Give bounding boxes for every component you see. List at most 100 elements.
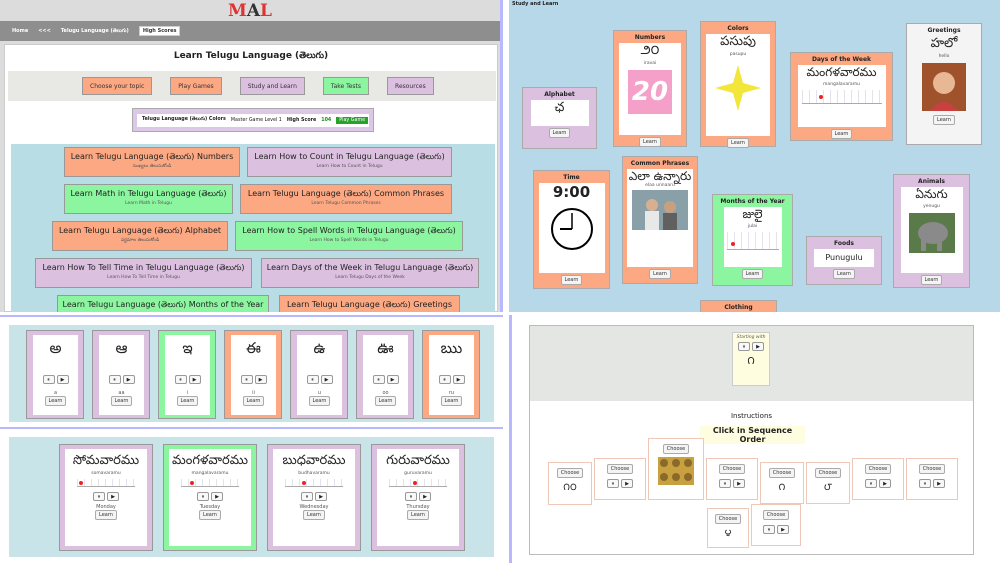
choose-button[interactable]: Choose xyxy=(714,514,742,524)
choice-card[interactable]: Choose ౪ xyxy=(707,508,749,548)
pause-icon[interactable]: ⏸ xyxy=(865,479,877,488)
learn-letter-button[interactable]: Learn xyxy=(176,396,199,406)
choose-button[interactable]: Choose xyxy=(662,444,690,454)
choose-button[interactable]: Choose xyxy=(762,510,790,520)
learn-animals-button[interactable]: Learn xyxy=(920,275,943,285)
pause-icon[interactable]: ⏸ xyxy=(405,492,417,501)
tab-study-learn[interactable]: Study and Learn xyxy=(239,77,305,95)
lesson-count[interactable]: Learn How to Count in Telugu Language (త… xyxy=(247,147,452,177)
tab-play-games[interactable]: Play Games xyxy=(170,77,222,95)
lesson-days[interactable]: Learn Days of the Week in Telugu Languag… xyxy=(261,258,479,288)
choice-card[interactable]: Choose ⏸ ▶ xyxy=(594,458,646,500)
pause-icon[interactable]: ⏸ xyxy=(240,375,253,384)
play-icon[interactable]: ▶ xyxy=(211,492,223,501)
site-logo[interactable]: MAL xyxy=(228,1,272,21)
play-icon[interactable]: ▶ xyxy=(621,479,633,488)
play-icon[interactable]: ▶ xyxy=(254,375,267,384)
choice-card[interactable]: Choose ⏸ ▶ xyxy=(706,458,758,500)
pause-icon[interactable]: ⏸ xyxy=(301,492,313,501)
lesson-numbers[interactable]: Learn Telugu Language (తెలుగు) Numbers సం… xyxy=(64,147,240,177)
pause-icon[interactable]: ⏸ xyxy=(174,375,187,384)
play-icon[interactable]: ▶ xyxy=(933,479,945,488)
pause-icon[interactable]: ⏸ xyxy=(306,375,319,384)
pause-icon[interactable]: ⏸ xyxy=(738,342,750,351)
tab-take-tests[interactable]: Take Tests xyxy=(322,77,370,95)
card-colors: Colors పసుపు pasupu Learn xyxy=(700,21,776,148)
play-icon[interactable]: ▶ xyxy=(752,342,764,351)
choose-button[interactable]: Choose xyxy=(768,468,796,478)
pause-icon[interactable]: ⏸ xyxy=(438,375,451,384)
pause-icon[interactable]: ⏸ xyxy=(763,525,775,534)
play-icon[interactable]: ▶ xyxy=(315,492,327,501)
choose-button[interactable]: Choose xyxy=(918,464,946,474)
nav-language[interactable]: Telugu Language (తెలుగు) xyxy=(61,28,129,35)
choose-button[interactable]: Choose xyxy=(864,464,892,474)
pause-icon[interactable]: ⏸ xyxy=(197,492,209,501)
learn-letter-button[interactable]: Learn xyxy=(374,396,397,406)
choice-glyph: ౧ xyxy=(778,482,786,493)
play-game-button[interactable]: Play Game xyxy=(336,116,369,124)
play-icon[interactable]: ▶ xyxy=(320,375,333,384)
pause-icon[interactable]: ⏸ xyxy=(919,479,931,488)
learn-days-button[interactable]: Learn xyxy=(830,129,853,139)
lesson-time[interactable]: Learn How To Tell Time in Telugu Languag… xyxy=(35,258,252,288)
lesson-months[interactable]: Learn Telugu Language (తెలుగు) Months of… xyxy=(57,295,269,312)
nav-back[interactable]: <<< xyxy=(38,28,51,34)
learn-months-button[interactable]: Learn xyxy=(741,269,764,279)
choose-button[interactable]: Choose xyxy=(606,464,634,474)
pause-icon[interactable]: ⏸ xyxy=(607,479,619,488)
learn-day-button[interactable]: Learn xyxy=(199,510,221,520)
play-icon[interactable]: ▶ xyxy=(452,375,465,384)
learn-letter-button[interactable]: Learn xyxy=(308,396,331,406)
choose-button[interactable]: Choose xyxy=(814,468,842,478)
tab-resources[interactable]: Resources xyxy=(387,77,434,95)
choice-card[interactable]: Choose ⏸ ▶ xyxy=(852,458,904,500)
learn-day-button[interactable]: Learn xyxy=(407,510,429,520)
choice-card[interactable]: Choose ౮ xyxy=(806,462,850,504)
choose-button[interactable]: Choose xyxy=(556,468,584,478)
choice-card[interactable]: Choose ⏸ ▶ xyxy=(751,504,801,546)
high-scores-button[interactable]: High Scores xyxy=(138,26,181,36)
learn-alphabet-button[interactable]: Learn xyxy=(548,128,571,138)
learn-phrases-button[interactable]: Learn xyxy=(649,269,671,279)
play-icon[interactable]: ▶ xyxy=(733,479,745,488)
choose-button[interactable]: Choose xyxy=(718,464,746,474)
pause-icon[interactable]: ⏸ xyxy=(108,375,121,384)
lesson-phrases[interactable]: Learn Telugu Language (తెలుగు) Common Ph… xyxy=(240,184,452,214)
choice-card[interactable]: Choose ⏸ ▶ xyxy=(906,458,958,500)
pause-icon[interactable]: ⏸ xyxy=(372,375,385,384)
learn-time-button[interactable]: Learn xyxy=(560,275,583,285)
play-icon[interactable]: ▶ xyxy=(386,375,399,384)
pause-icon[interactable]: ⏸ xyxy=(42,375,55,384)
choice-card[interactable]: Choose ౧ xyxy=(760,462,804,504)
pause-icon[interactable]: ⏸ xyxy=(719,479,731,488)
learn-numbers-button[interactable]: Learn xyxy=(639,137,661,147)
lesson-math[interactable]: Learn Math in Telugu Language (తెలుగు) Le… xyxy=(64,184,233,214)
learn-day-button[interactable]: Learn xyxy=(95,510,117,520)
tab-choose-topic[interactable]: Choose your topic xyxy=(82,77,153,95)
learn-colors-button[interactable]: Learn xyxy=(727,138,749,148)
learn-letter-button[interactable]: Learn xyxy=(44,396,67,406)
play-icon[interactable]: ▶ xyxy=(122,375,135,384)
learn-letter-button[interactable]: Learn xyxy=(242,396,265,406)
play-icon[interactable]: ▶ xyxy=(56,375,69,384)
play-icon[interactable]: ▶ xyxy=(107,492,119,501)
nav-home[interactable]: Home xyxy=(12,28,28,34)
play-icon[interactable]: ▶ xyxy=(419,492,431,501)
pause-icon[interactable]: ⏸ xyxy=(93,492,105,501)
lesson-spell[interactable]: Learn How to Spell Words in Telugu Langu… xyxy=(235,221,463,251)
learn-letter-button[interactable]: Learn xyxy=(110,396,133,406)
learn-day-button[interactable]: Learn xyxy=(303,510,325,520)
lesson-greetings[interactable]: Learn Telugu Language (తెలుగు) Greetings xyxy=(279,295,460,312)
play-icon[interactable]: ▶ xyxy=(777,525,789,534)
day-card: గురువారము guruvaramu ⏸ ▶ Thursday Learn xyxy=(371,444,465,551)
choice-card[interactable]: Choose xyxy=(648,438,704,500)
learn-foods-button[interactable]: Learn xyxy=(833,269,855,279)
learn-letter-button[interactable]: Learn xyxy=(440,396,463,406)
play-icon[interactable]: ▶ xyxy=(879,479,891,488)
learn-greetings-button[interactable]: Learn xyxy=(933,115,955,125)
lesson-links: Learn Telugu Language (తెలుగు) Numbers సం… xyxy=(11,144,495,312)
choice-card[interactable]: Choose ౧౦ xyxy=(548,462,592,505)
play-icon[interactable]: ▶ xyxy=(188,375,201,384)
lesson-alphabet[interactable]: Learn Telugu Language (తెలుగు) Alphabet వ… xyxy=(52,221,228,251)
